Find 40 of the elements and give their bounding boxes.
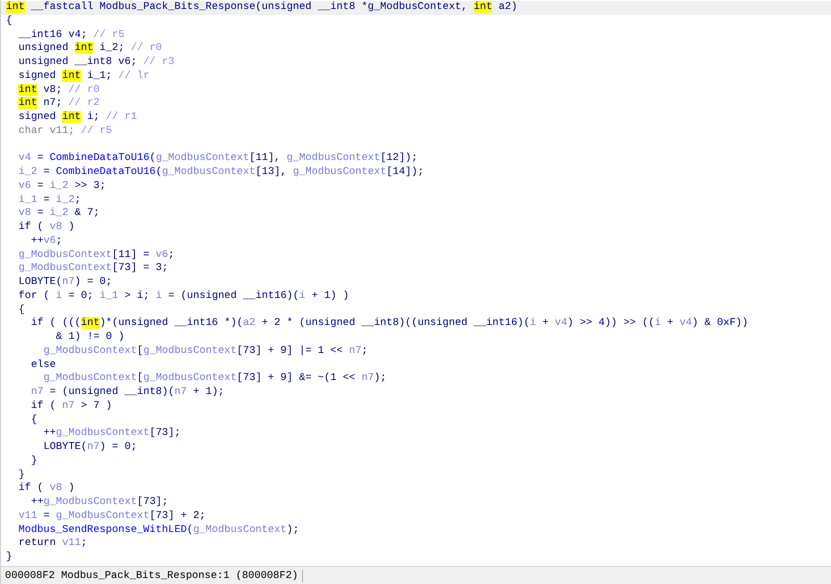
code-line: g_ModbusContext[g_ModbusContext[73] + 9] &= ~(1 << n7); (42, 372, 386, 386)
code-line: & 1) != 0 ) (54, 331, 124, 345)
code-line: { (5, 14, 12, 28)
code-line: char v11; // r5 (17, 124, 112, 138)
status-location: 000008F2 Modbus_Pack_Bits_Response:1 (800008F2) (1, 570, 304, 582)
code-line: g_ModbusContext[73] = 3; (17, 262, 168, 276)
code-line: n7 = (unsigned __int8)(n7 + 1); (30, 386, 224, 400)
code-line: v8 = i_2 & 7; (17, 207, 100, 221)
code-line: return v11; (17, 537, 88, 551)
code-line: ++g_ModbusContext[73]; (42, 427, 181, 441)
code-line: v6 = i_2 >> 3; (17, 180, 106, 194)
code-line: g_ModbusContext[g_ModbusContext[73] + 9] |= 1 << n7; (42, 344, 368, 358)
code-line: if ( v8 ) (17, 482, 75, 496)
code-line: { (30, 414, 38, 428)
code-line: signed int i; // r1 (17, 111, 137, 125)
code-line: } (5, 551, 12, 565)
code-line: signed int i_1; // lr (17, 70, 150, 84)
code-line: v11 = g_ModbusContext[73] + 2; (17, 510, 206, 524)
code-line: if ( (((int)*(unsigned __int16 *)(a2 + 2 * (unsigned __int8)((unsigned __int16)(i + v4) >> 4)) >> ((i + v4) & 0xF)) (30, 317, 748, 331)
code-line: i_2 = CombineDataToU16(g_ModbusContext[13], g_ModbusContext[14]); (17, 166, 424, 180)
code-line: int v8; // r0 (17, 84, 100, 98)
code-line: ++g_ModbusContext[73]; (30, 496, 168, 510)
code-line: LOBYTE(n7) = 0; (42, 441, 137, 455)
code-line: else (30, 358, 56, 372)
code-line: v4 = CombineDataToU16(g_ModbusContext[11], g_ModbusContext[12]); (17, 152, 418, 166)
code-line: unsigned __int8 v6; // r3 (17, 56, 174, 70)
code-line: __int16 v4; // r5 (17, 28, 124, 42)
code-line: g_ModbusContext[11] = v6; (17, 248, 174, 262)
code-line: for ( i = 0; i_1 > i; i = (unsigned __int16)(i + 1) ) (17, 290, 350, 304)
code-line: int n7; // r2 (17, 97, 100, 111)
code-line: unsigned int i_2; // r0 (17, 42, 162, 56)
code-line: ++v6; (30, 234, 62, 248)
code-line: } (17, 468, 25, 482)
code-line: i_1 = i_2; (17, 194, 81, 208)
code-line: { (17, 304, 25, 318)
code-line: LOBYTE(n7) = 0; (17, 276, 112, 290)
code-line: } (30, 454, 38, 468)
code-line: if ( v8 ) (17, 221, 75, 235)
code-line: if ( n7 > 7 ) (30, 400, 112, 414)
code-line: Modbus_SendResponse_WithLED(g_ModbusContext); (17, 524, 300, 538)
